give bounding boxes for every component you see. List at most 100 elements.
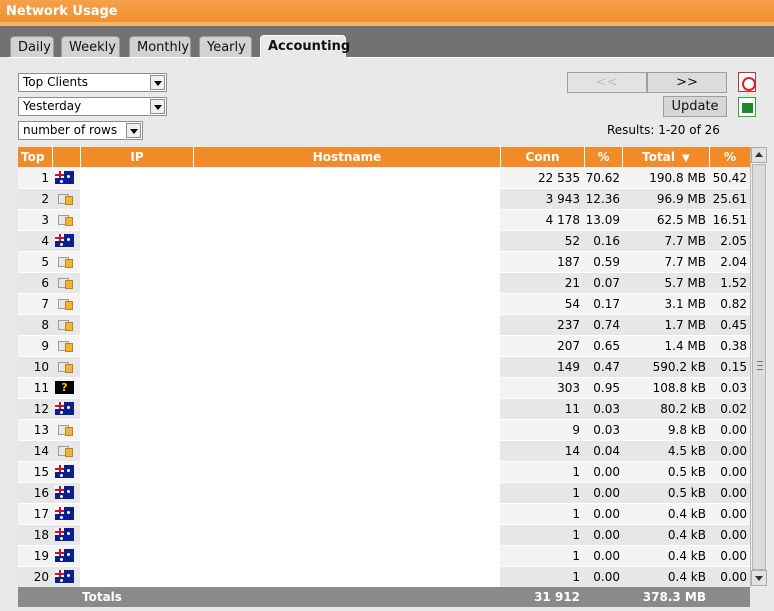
row-ip[interactable] <box>80 252 193 272</box>
scroll-down-icon[interactable] <box>751 570 767 586</box>
row-ip[interactable] <box>80 378 193 398</box>
next-page-button[interactable]: >> <box>647 72 727 93</box>
column-total-percent[interactable]: % <box>709 147 750 167</box>
local-network-icon <box>55 276 74 289</box>
row-hostname[interactable] <box>193 441 500 461</box>
excel-export-icon[interactable] <box>738 97 756 117</box>
row-ip[interactable] <box>80 168 193 188</box>
row-ip[interactable] <box>80 189 193 209</box>
table-row[interactable]: 14 14 0.04 4.5 kB 0.00 <box>18 441 750 462</box>
row-ip[interactable] <box>80 336 193 356</box>
table-row[interactable]: 17 1 0.00 0.4 kB 0.00 <box>18 504 750 525</box>
table-row[interactable]: 9 207 0.65 1.4 MB 0.38 <box>18 336 750 357</box>
table-scrollbar[interactable] <box>750 147 767 587</box>
column-conn-percent[interactable]: % <box>584 147 622 167</box>
row-hostname[interactable] <box>193 357 500 377</box>
table-row[interactable]: 7 54 0.17 3.1 MB 0.82 <box>18 294 750 315</box>
table-row[interactable]: 12 11 0.03 80.2 kB 0.02 <box>18 399 750 420</box>
row-conn-percent: 0.59 <box>593 255 620 269</box>
table-row[interactable]: 4 52 0.16 7.7 MB 2.05 <box>18 231 750 252</box>
row-ip[interactable] <box>80 462 193 482</box>
row-hostname[interactable] <box>193 168 500 188</box>
row-hostname[interactable] <box>193 231 500 251</box>
row-hostname[interactable] <box>193 378 500 398</box>
row-hostname[interactable] <box>193 252 500 272</box>
table-row[interactable]: 20 1 0.00 0.4 kB 0.00 <box>18 567 750 588</box>
row-ip[interactable] <box>80 315 193 335</box>
table-row[interactable]: 6 21 0.07 5.7 MB 1.52 <box>18 273 750 294</box>
table-row[interactable]: 5 187 0.59 7.7 MB 2.04 <box>18 252 750 273</box>
tab-weekly[interactable]: Weekly <box>61 36 120 58</box>
column-top[interactable]: Top <box>18 147 52 167</box>
tab-daily[interactable]: Daily <box>10 36 54 58</box>
row-conn: 149 <box>557 360 580 374</box>
previous-page-button[interactable]: << <box>567 72 647 93</box>
row-ip[interactable] <box>80 399 193 419</box>
pdf-export-icon[interactable] <box>738 72 756 92</box>
row-hostname[interactable] <box>193 567 500 587</box>
table-row[interactable]: 11? 303 0.95 108.8 kB 0.03 <box>18 378 750 399</box>
column-hostname[interactable]: Hostname <box>193 147 500 167</box>
column-conn[interactable]: Conn <box>500 147 584 167</box>
row-hostname[interactable] <box>193 525 500 545</box>
row-ip[interactable] <box>80 504 193 524</box>
row-conn-percent: 0.03 <box>593 402 620 416</box>
row-ip[interactable] <box>80 294 193 314</box>
scroll-thumb[interactable] <box>752 164 766 570</box>
row-total: 7.7 MB <box>664 234 706 248</box>
row-hostname[interactable] <box>193 420 500 440</box>
table-row[interactable]: 2 3 943 12.36 96.9 MB 25.61 <box>18 189 750 210</box>
tab-yearly[interactable]: Yearly <box>199 36 252 58</box>
period-select-value: Yesterday <box>23 99 82 113</box>
row-hostname[interactable] <box>193 504 500 524</box>
row-ip[interactable] <box>80 357 193 377</box>
row-conn: 22 535 <box>538 171 580 185</box>
row-ip[interactable] <box>80 441 193 461</box>
row-ip[interactable] <box>80 483 193 503</box>
table-row[interactable]: 3 4 178 13.09 62.5 MB 16.51 <box>18 210 750 231</box>
table-row[interactable]: 10 149 0.47 590.2 kB 0.15 <box>18 357 750 378</box>
local-network-icon <box>55 255 74 268</box>
row-ip[interactable] <box>80 273 193 293</box>
row-ip[interactable] <box>80 546 193 566</box>
row-hostname[interactable] <box>193 336 500 356</box>
row-ip[interactable] <box>80 420 193 440</box>
table-row[interactable]: 1 22 535 70.62 190.8 MB 50.42 <box>18 168 750 189</box>
scroll-up-icon[interactable] <box>751 147 767 163</box>
row-total-percent: 0.00 <box>720 465 747 479</box>
table-row[interactable]: 16 1 0.00 0.5 kB 0.00 <box>18 483 750 504</box>
row-ip[interactable] <box>80 210 193 230</box>
row-ip[interactable] <box>80 567 193 587</box>
column-total[interactable]: Total ▼ <box>622 147 709 167</box>
table-row[interactable]: 15 1 0.00 0.5 kB 0.00 <box>18 462 750 483</box>
row-total: 190.8 MB <box>649 171 706 185</box>
row-conn-percent: 0.04 <box>593 444 620 458</box>
rows-select[interactable]: number of rows <box>18 121 143 140</box>
report-select[interactable]: Top Clients <box>18 73 167 92</box>
table-row[interactable]: 18 1 0.00 0.4 kB 0.00 <box>18 525 750 546</box>
row-hostname[interactable] <box>193 546 500 566</box>
table-row[interactable]: 8 237 0.74 1.7 MB 0.45 <box>18 315 750 336</box>
table-row[interactable]: 13 9 0.03 9.8 kB 0.00 <box>18 420 750 441</box>
row-rank: 9 <box>41 339 49 353</box>
row-hostname[interactable] <box>193 294 500 314</box>
row-rank: 3 <box>41 213 49 227</box>
row-ip[interactable] <box>80 231 193 251</box>
table-header: Top IP Hostname Conn % Total ▼ % <box>18 147 750 167</box>
period-select[interactable]: Yesterday <box>18 97 167 116</box>
column-ip[interactable]: IP <box>80 147 193 167</box>
row-hostname[interactable] <box>193 462 500 482</box>
row-hostname[interactable] <box>193 315 500 335</box>
tab-accounting[interactable]: Accounting <box>260 35 350 58</box>
update-button[interactable]: Update <box>663 96 727 117</box>
row-conn-percent: 0.16 <box>593 234 620 248</box>
row-hostname[interactable] <box>193 483 500 503</box>
table-row[interactable]: 19 1 0.00 0.4 kB 0.00 <box>18 546 750 567</box>
row-hostname[interactable] <box>193 399 500 419</box>
row-ip[interactable] <box>80 525 193 545</box>
grip-icon <box>757 361 763 370</box>
row-hostname[interactable] <box>193 189 500 209</box>
row-hostname[interactable] <box>193 273 500 293</box>
tab-monthly[interactable]: Monthly <box>129 36 191 58</box>
row-hostname[interactable] <box>193 210 500 230</box>
